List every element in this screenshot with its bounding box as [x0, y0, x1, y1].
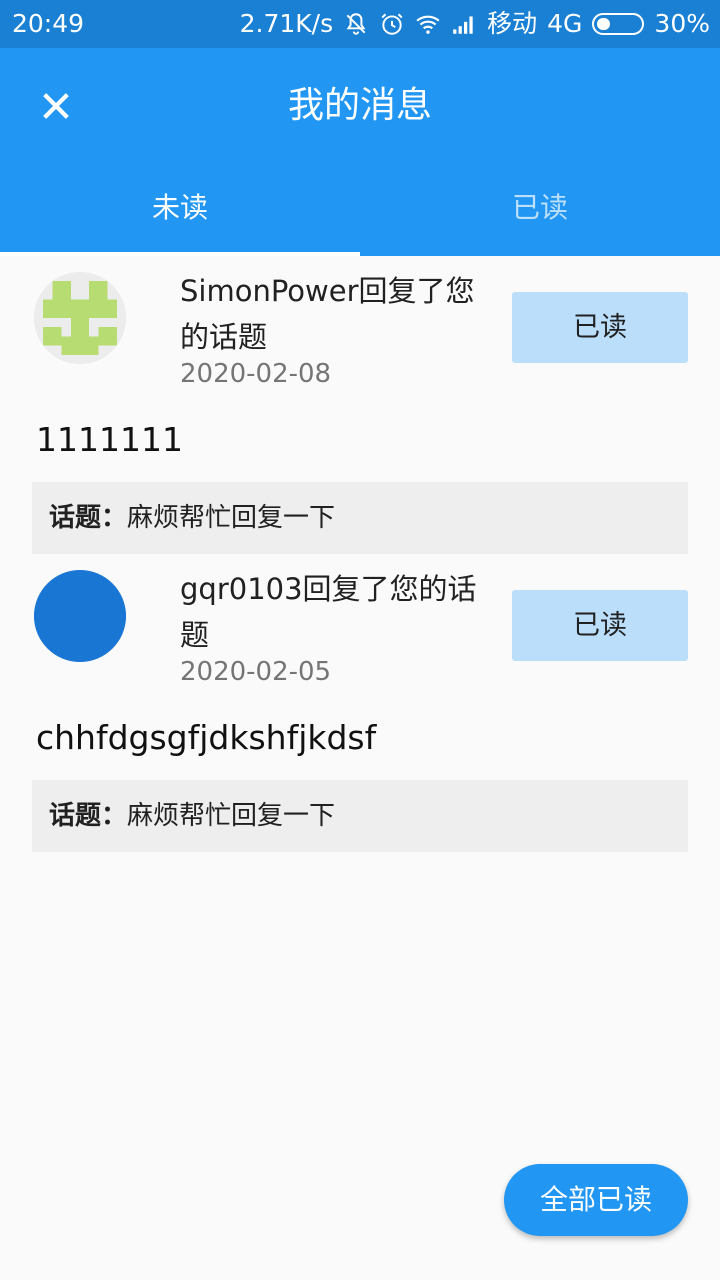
topic-box[interactable]: 话题：麻烦帮忙回复一下 — [32, 482, 688, 554]
signal-icon — [453, 16, 473, 34]
message-item: gqr0103回复了您的话题 2020-02-05 已读 chhfdgsgfjd… — [0, 554, 720, 852]
battery-icon — [592, 13, 645, 35]
topic-label: 话题： — [49, 503, 128, 533]
topic-text: 麻烦帮忙回复一下 — [127, 503, 336, 533]
message-item: SimonPower回复了您的话题 2020-02-08 已读 1111111 … — [0, 256, 720, 554]
network-speed: 2.71K/s — [239, 9, 334, 38]
message-date: 2020-02-08 — [180, 359, 332, 389]
mark-all-read-button[interactable]: 全部已读 — [504, 1164, 688, 1236]
status-icons: 2.71K/s 移动 4G 30% — [240, 0, 710, 48]
identicon-avatar — [34, 272, 126, 364]
mark-read-button[interactable]: 已读 — [512, 590, 688, 661]
wifi-icon — [416, 15, 440, 34]
message-content: 1111111 — [36, 420, 183, 459]
message-date: 2020-02-05 — [180, 657, 332, 687]
status-time: 20:49 — [12, 9, 85, 38]
network-type: 4G — [547, 9, 583, 38]
battery-percent: 30% — [654, 9, 710, 38]
mute-bell-icon — [346, 13, 366, 35]
topic-box[interactable]: 话题：麻烦帮忙回复一下 — [32, 780, 688, 852]
status-bar: 20:49 2.71K/s 移动 4G 30% — [0, 0, 720, 48]
avatar — [34, 272, 126, 364]
tab-read[interactable]: 已读 — [360, 172, 720, 256]
avatar — [34, 570, 126, 662]
battery-fill — [597, 18, 611, 30]
screen: 20:49 2.71K/s 移动 4G 30% 我的消息 未读 已读 Simon… — [0, 0, 720, 1280]
tab-unread[interactable]: 未读 — [0, 172, 360, 256]
message-title: SimonPower回复了您的话题 — [180, 274, 475, 354]
topic-text: 麻烦帮忙回复一下 — [127, 801, 336, 831]
topic-label: 话题： — [49, 801, 128, 831]
message-title: gqr0103回复了您的话题 — [180, 572, 477, 652]
message-content: chhfdgsgfjdkshfjkdsf — [36, 718, 377, 757]
blue-circle-avatar — [34, 570, 126, 662]
tab-bar: 未读 已读 — [0, 172, 720, 256]
message-list: SimonPower回复了您的话题 2020-02-08 已读 1111111 … — [0, 256, 720, 852]
app-bar: 我的消息 未读 已读 — [0, 48, 720, 256]
mark-read-button[interactable]: 已读 — [512, 292, 688, 363]
page-title: 我的消息 — [287, 85, 432, 126]
carrier-name: 移动 — [487, 9, 538, 38]
alarm-icon — [381, 13, 403, 35]
